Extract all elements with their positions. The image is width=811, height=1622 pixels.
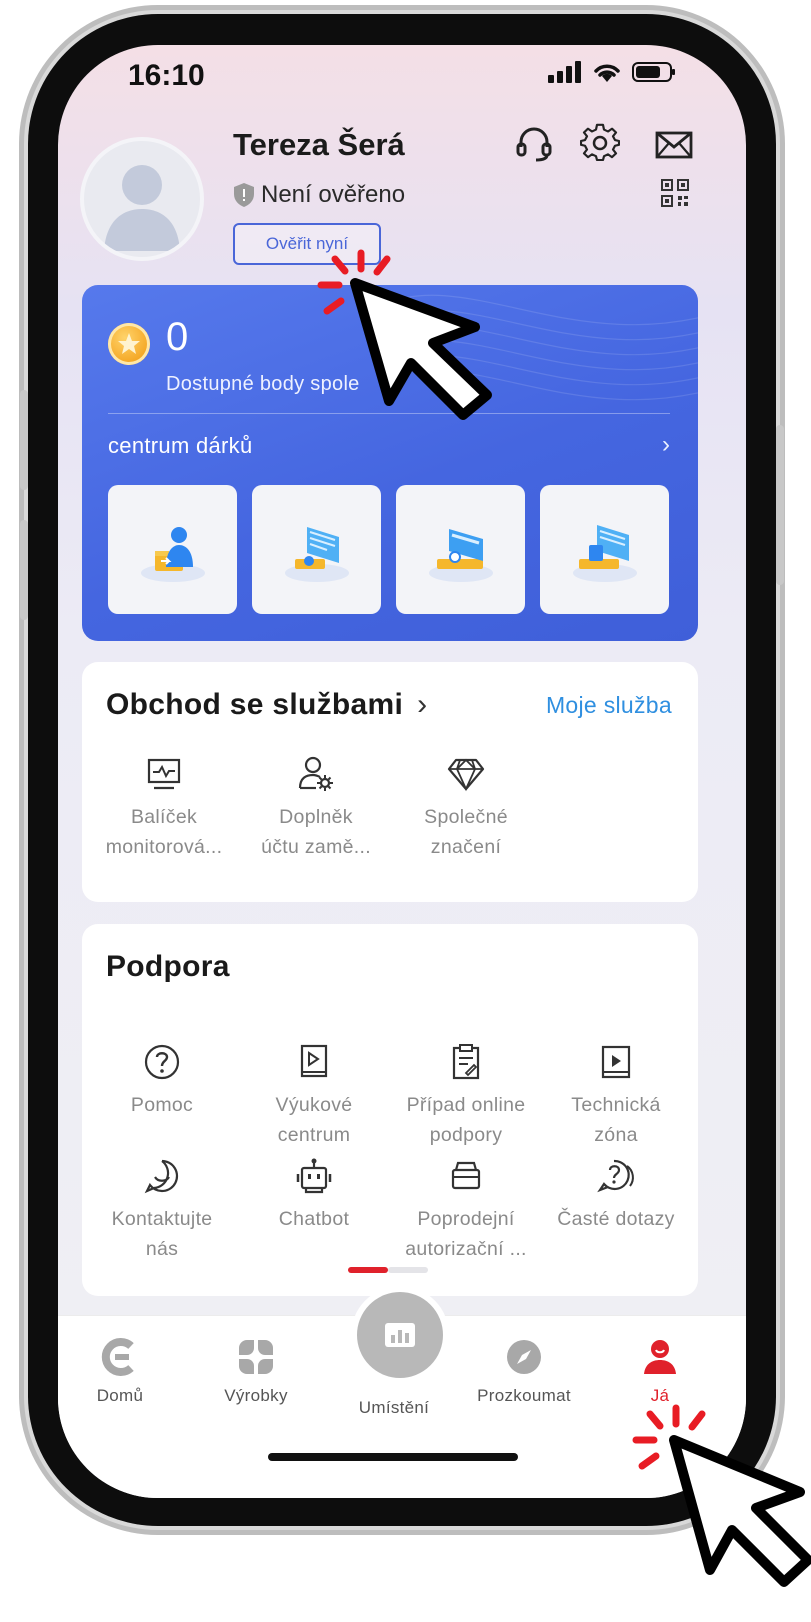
tab-explore[interactable]: Prozkoumat	[464, 1336, 584, 1406]
page-indicator-active	[348, 1267, 388, 1273]
service-item-co-branding[interactable]: Společné značení	[392, 754, 540, 862]
support-label-line1: Chatbot	[278, 1208, 350, 1230]
support-item-chatbot[interactable]: Chatbot	[240, 1156, 388, 1234]
tab-home[interactable]: Domů	[60, 1336, 180, 1406]
support-label-line1: Technická	[571, 1094, 661, 1116]
grid-icon	[239, 1340, 273, 1374]
support-label-line1: Kontaktujte	[111, 1208, 213, 1230]
home-indicator	[268, 1453, 518, 1461]
support-item-contact-us[interactable]: Kontaktujte nás	[88, 1156, 236, 1264]
home-logo-icon	[101, 1338, 134, 1376]
volume-up-button	[20, 390, 28, 490]
tab-location-fab[interactable]	[351, 1286, 449, 1384]
status-time: 16:10	[128, 59, 205, 92]
support-label-line2: nás	[145, 1238, 179, 1260]
faq-icon	[597, 1159, 634, 1193]
gift-tile-1[interactable]	[108, 485, 237, 614]
service-label-line1: Balíček	[130, 806, 198, 828]
avatar[interactable]	[80, 137, 204, 261]
verification-status: Není ověřeno	[233, 181, 405, 209]
support-item-technical-zone[interactable]: Technická zóna	[542, 1042, 690, 1150]
gift-illustration-icon	[428, 528, 493, 582]
volume-down-button	[20, 520, 28, 620]
monitor-icon	[147, 758, 181, 790]
service-label-line2: účtu zamě...	[261, 836, 371, 858]
support-label-line2: zóna	[594, 1124, 638, 1146]
tab-location[interactable]: Umístění	[334, 1398, 454, 1418]
compass-icon	[507, 1340, 541, 1374]
services-title-row[interactable]: Obchod se službami ›	[106, 688, 427, 722]
gift-illustration-icon	[140, 526, 205, 582]
service-item-monitoring[interactable]: Balíček monitorová...	[90, 754, 238, 862]
qr-code-icon[interactable]	[661, 179, 689, 207]
support-item-learning-center[interactable]: Výukové centrum	[240, 1042, 388, 1150]
page-indicator-track	[388, 1267, 428, 1273]
video-icon	[601, 1045, 631, 1079]
service-label-line1: Společné	[424, 806, 508, 828]
gift-illustration-icon	[284, 526, 349, 582]
coin-icon	[108, 323, 150, 365]
power-button	[776, 425, 784, 585]
support-section: Podpora Pomoc Výukové centrum Případ onl…	[82, 924, 698, 1296]
book-icon	[300, 1044, 328, 1078]
shield-icon	[234, 183, 254, 207]
person-icon	[644, 1340, 676, 1374]
tab-label: Domů	[96, 1386, 144, 1405]
robot-icon	[296, 1158, 332, 1194]
mail-icon[interactable]	[654, 125, 694, 165]
services-section: Obchod se službami › Moje služba Balíček…	[82, 662, 698, 902]
click-cursor-icon	[317, 249, 492, 420]
support-label-line1: Případ online	[406, 1094, 526, 1116]
my-service-link[interactable]: Moje služba	[546, 692, 672, 719]
support-item-faq[interactable]: Časté dotazy	[542, 1156, 690, 1234]
points-value: 0	[166, 315, 189, 359]
location-chart-icon	[385, 1323, 415, 1347]
gift-center-link[interactable]: centrum dárků	[108, 433, 253, 459]
service-label-line2: značení	[430, 836, 502, 858]
tab-products[interactable]: Výrobky	[196, 1336, 316, 1406]
avatar-placeholder-icon	[104, 165, 180, 251]
support-item-aftersales-auth[interactable]: Poprodejní autorizační ...	[392, 1156, 540, 1264]
headset-icon[interactable]	[514, 123, 554, 163]
support-label-line1: Poprodejní	[417, 1208, 515, 1230]
gift-tile-4[interactable]	[540, 485, 669, 614]
service-label-line1: Doplněk	[279, 806, 353, 828]
click-cursor-icon	[632, 1404, 811, 1587]
support-label-line1: Časté dotazy	[557, 1208, 675, 1230]
chevron-right-icon: ›	[417, 688, 428, 721]
tab-label: Výrobky	[224, 1386, 288, 1405]
service-item-account-addon[interactable]: Doplněk účtu zamě...	[242, 754, 390, 862]
support-label-line2: podpory	[429, 1124, 503, 1146]
gear-icon[interactable]	[580, 123, 620, 163]
support-label-line1: Výukové	[275, 1094, 353, 1116]
gift-illustration-icon	[572, 524, 637, 582]
status-icons	[548, 61, 676, 83]
tab-me[interactable]: Já	[600, 1336, 720, 1406]
signal-icon	[548, 61, 581, 83]
clipboard-icon	[452, 1044, 480, 1080]
services-title: Obchod se službami	[106, 688, 404, 721]
verification-status-text: Není ověřeno	[261, 181, 406, 208]
help-icon	[144, 1044, 180, 1080]
support-label-line2: autorizační ...	[405, 1238, 527, 1260]
user-settings-icon	[298, 756, 333, 791]
chevron-right-icon[interactable]: ›	[662, 431, 670, 459]
user-name: Tereza Šerá	[233, 127, 405, 162]
tab-label: Prozkoumat	[477, 1386, 571, 1405]
support-item-help[interactable]: Pomoc	[88, 1042, 236, 1120]
support-item-online-case[interactable]: Případ online podpory	[392, 1042, 540, 1150]
support-title: Podpora	[106, 950, 230, 983]
support-label-line1: Pomoc	[130, 1094, 194, 1116]
support-label-line2: centrum	[277, 1124, 351, 1146]
battery-icon	[632, 62, 675, 82]
wifi-icon	[594, 64, 620, 82]
gift-tile-3[interactable]	[396, 485, 525, 614]
diamond-icon	[447, 758, 485, 792]
chat-icon	[144, 1159, 179, 1194]
box-icon	[451, 1161, 481, 1190]
gift-tile-2[interactable]	[252, 485, 381, 614]
tab-label: Umístění	[358, 1398, 430, 1417]
service-label-line2: monitorová...	[105, 836, 223, 858]
